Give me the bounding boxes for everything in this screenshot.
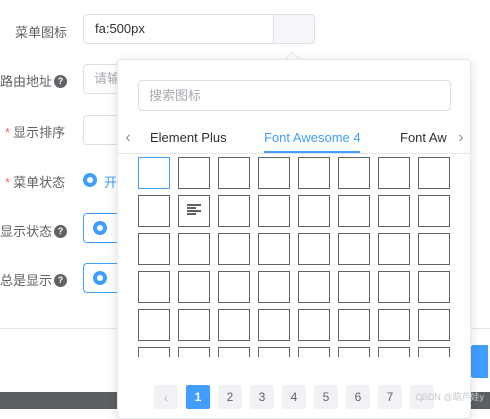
icon-cell[interactable]: [258, 271, 290, 303]
tab-next-arrow-icon[interactable]: ›: [454, 129, 468, 147]
icon-cell[interactable]: [418, 309, 450, 341]
icon-preview-button[interactable]: [273, 14, 315, 44]
icon-cell[interactable]: [258, 347, 290, 357]
icon-cell[interactable]: [298, 233, 330, 265]
status-radio-button[interactable]: [83, 173, 97, 187]
status-label-text: 菜单状态: [13, 175, 66, 190]
icon-cell[interactable]: [218, 309, 250, 341]
icon-cell[interactable]: [378, 157, 410, 189]
icon-cell[interactable]: [258, 233, 290, 265]
always-show-radio-dot[interactable]: [93, 271, 107, 285]
icon-cell[interactable]: [138, 233, 170, 265]
icon-cell[interactable]: [218, 195, 250, 227]
icon-grid: [138, 157, 453, 357]
question-circle-icon[interactable]: ?: [54, 274, 68, 287]
icon-cell[interactable]: [218, 347, 250, 357]
icon-cell[interactable]: [258, 195, 290, 227]
icon-set-tabs: ‹ Element Plus Font Awesome 4 Font Aw ›: [118, 126, 470, 154]
icon-cell[interactable]: [298, 271, 330, 303]
align-left-icon: [187, 204, 201, 216]
tab-font-aw[interactable]: Font Aw: [400, 130, 447, 145]
icon-cell[interactable]: [378, 347, 410, 357]
icon-cell[interactable]: [218, 271, 250, 303]
always-show-label: 总是显示?: [0, 270, 68, 289]
route-label: 路由地址?: [0, 71, 68, 90]
icon-cell[interactable]: [378, 195, 410, 227]
visible-label-text: 显示状态: [0, 224, 53, 239]
icon-cell[interactable]: [258, 309, 290, 341]
tab-font-awesome-4[interactable]: Font Awesome 4: [264, 130, 361, 145]
icon-cell[interactable]: [338, 195, 370, 227]
visible-label: 显示状态?: [0, 221, 68, 240]
page-button[interactable]: 1: [186, 385, 210, 409]
icon-cell[interactable]: [418, 347, 450, 357]
icon-cell[interactable]: [378, 233, 410, 265]
question-circle-icon[interactable]: ?: [54, 75, 68, 88]
visible-radio-dot[interactable]: [93, 221, 107, 235]
icon-cell[interactable]: [378, 271, 410, 303]
page-button[interactable]: 6: [346, 385, 370, 409]
icon-cell[interactable]: [298, 309, 330, 341]
tab-prev-arrow-icon[interactable]: ‹: [121, 129, 135, 147]
menu-icon-label: 菜单图标: [15, 25, 68, 40]
icon-cell[interactable]: [338, 233, 370, 265]
route-label-text: 路由地址: [0, 74, 53, 89]
icon-cell[interactable]: [178, 347, 210, 357]
page-button[interactable]: 5: [314, 385, 338, 409]
icon-cell[interactable]: [138, 347, 170, 357]
always-show-label-text: 总是显示: [0, 273, 53, 288]
icon-cell[interactable]: [298, 157, 330, 189]
icon-cell[interactable]: [258, 157, 290, 189]
page-button[interactable]: 3: [250, 385, 274, 409]
icon-cell[interactable]: [138, 195, 170, 227]
icon-cell[interactable]: [418, 157, 450, 189]
icon-cell[interactable]: [378, 309, 410, 341]
status-radio-label[interactable]: 开: [104, 172, 117, 191]
tabs-divider: [118, 153, 470, 154]
icon-cell[interactable]: [178, 157, 210, 189]
menu-icon-input[interactable]: fa:500px: [83, 14, 273, 44]
page-button[interactable]: 4: [282, 385, 306, 409]
icon-cell[interactable]: [178, 271, 210, 303]
icon-cell[interactable]: [298, 195, 330, 227]
tab-nav: Element Plus Font Awesome 4 Font Aw: [138, 126, 448, 154]
icon-cell[interactable]: [338, 347, 370, 357]
tab-element-plus[interactable]: Element Plus: [150, 130, 227, 145]
icon-cell[interactable]: [298, 347, 330, 357]
sort-label: * 显示排序: [5, 122, 65, 141]
icon-cell[interactable]: [178, 195, 210, 227]
page-button[interactable]: 7: [378, 385, 402, 409]
pagination-prev-icon[interactable]: ‹: [154, 385, 178, 409]
icon-cell[interactable]: [138, 309, 170, 341]
icon-cell[interactable]: [418, 271, 450, 303]
sort-label-text: 显示排序: [13, 125, 66, 140]
icon-cell[interactable]: [418, 233, 450, 265]
icon-cell[interactable]: [218, 233, 250, 265]
icon-cell[interactable]: [418, 195, 450, 227]
required-mark: *: [5, 125, 11, 140]
status-label: * 菜单状态: [5, 172, 65, 191]
icon-picker-popover: 搜索图标 ‹ Element Plus Font Awesome 4 Font Aw…: [117, 59, 471, 419]
icon-cell[interactable]: [338, 157, 370, 189]
icon-cell[interactable]: [338, 309, 370, 341]
required-mark: *: [5, 175, 11, 190]
icon-cell[interactable]: [178, 309, 210, 341]
page-button[interactable]: 2: [218, 385, 242, 409]
icon-cell[interactable]: [138, 157, 170, 189]
icon-search-input[interactable]: 搜索图标: [138, 80, 451, 111]
question-circle-icon[interactable]: ?: [54, 225, 68, 238]
icon-cell[interactable]: [338, 271, 370, 303]
icon-cell[interactable]: [218, 157, 250, 189]
icon-cell[interactable]: [178, 233, 210, 265]
watermark: CSDN @葫芦娃y: [415, 392, 484, 402]
icon-cell[interactable]: [138, 271, 170, 303]
confirm-button[interactable]: [470, 345, 488, 378]
